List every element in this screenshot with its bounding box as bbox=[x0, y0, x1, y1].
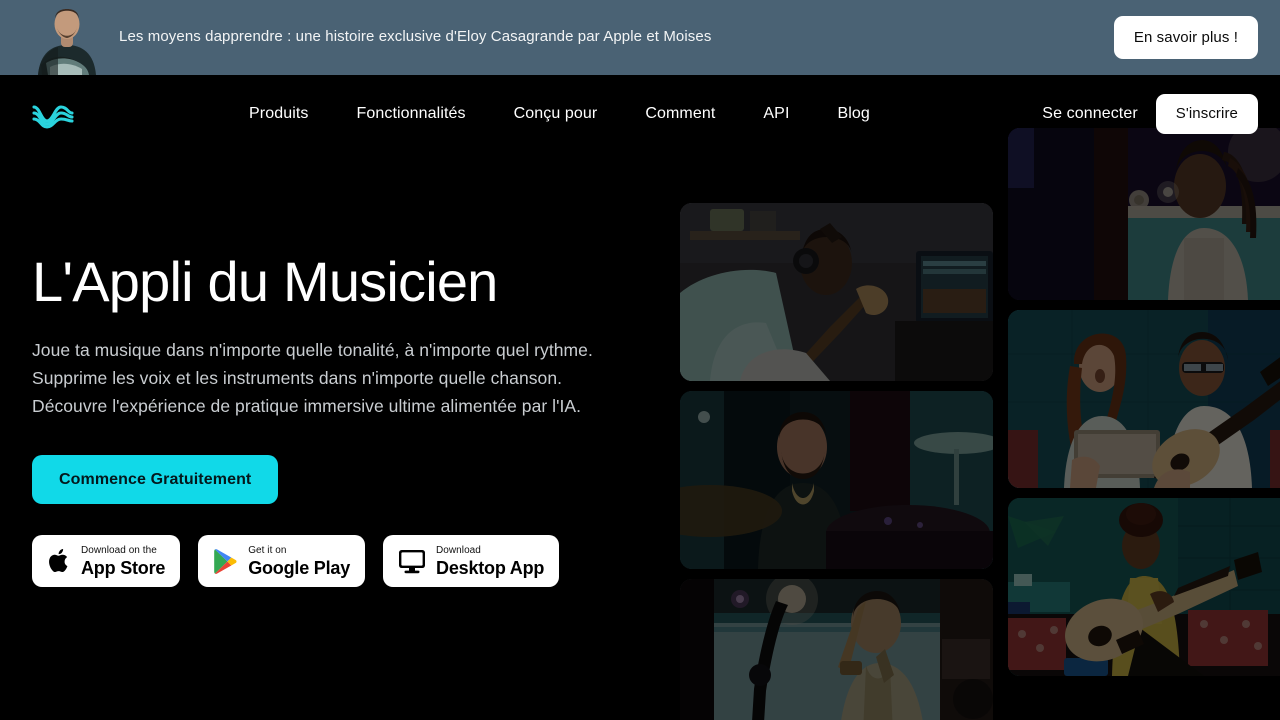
tile-acoustic-guitarist bbox=[1008, 498, 1280, 676]
nav-item-comment[interactable]: Comment bbox=[645, 105, 715, 123]
google-play-bottom-text: Google Play bbox=[248, 557, 351, 578]
main-navbar: Produits Fonctionnalités Conçu pour Comm… bbox=[0, 75, 1280, 152]
learn-more-button[interactable]: En savoir plus ! bbox=[1113, 16, 1258, 59]
desktop-app-bottom-text: Desktop App bbox=[436, 557, 545, 578]
tile-duo-guitar bbox=[1008, 310, 1280, 488]
nav-item-produits[interactable]: Produits bbox=[249, 105, 309, 123]
tile-bassist-studio bbox=[680, 203, 993, 381]
app-store-top-text: Download on the bbox=[81, 544, 157, 556]
landing-page: Les moyens dapprendre : une histoire exc… bbox=[0, 0, 1280, 720]
page-title: L'Appli du Musicien bbox=[32, 250, 498, 313]
app-store-label: Download on the App Store bbox=[81, 544, 166, 578]
signup-button[interactable]: S'inscrire bbox=[1155, 93, 1258, 134]
desktop-app-top-text: Download bbox=[436, 544, 481, 556]
nav-item-api[interactable]: API bbox=[763, 105, 789, 123]
hero-subtitle: Joue ta musique dans n'importe quelle to… bbox=[32, 340, 593, 417]
login-link[interactable]: Se connecter bbox=[1042, 105, 1137, 123]
start-free-button[interactable]: Commence Gratuitement bbox=[32, 455, 279, 505]
store-buttons: Download on the App Store Get it on Goog… bbox=[32, 535, 632, 588]
desktop-app-label: Download Desktop App bbox=[436, 544, 545, 578]
desktop-monitor-icon bbox=[398, 548, 426, 574]
nav-item-concu-pour[interactable]: Conçu pour bbox=[514, 105, 598, 123]
avatar bbox=[28, 0, 106, 75]
google-play-label: Get it on Google Play bbox=[248, 544, 351, 578]
promo-banner: Les moyens dapprendre : une histoire exc… bbox=[0, 0, 1280, 75]
nav-links: Produits Fonctionnalités Conçu pour Comm… bbox=[249, 75, 870, 152]
google-play-icon bbox=[213, 548, 238, 575]
nav-item-fonctionnalites[interactable]: Fonctionnalités bbox=[357, 105, 466, 123]
nav-item-blog[interactable]: Blog bbox=[838, 105, 870, 123]
apple-icon bbox=[47, 547, 71, 575]
tile-drummer bbox=[680, 391, 993, 569]
moises-wave-logo-icon[interactable] bbox=[32, 97, 74, 131]
google-play-button[interactable]: Get it on Google Play bbox=[198, 535, 366, 588]
tile-guitarist-mic bbox=[680, 579, 993, 720]
desktop-app-button[interactable]: Download Desktop App bbox=[383, 535, 560, 588]
hero-section: L'Appli du Musicien Joue ta musique dans… bbox=[32, 250, 632, 588]
app-store-button[interactable]: Download on the App Store bbox=[32, 535, 181, 588]
app-store-bottom-text: App Store bbox=[81, 557, 166, 578]
google-play-top-text: Get it on bbox=[248, 544, 287, 556]
nav-actions: Se connecter S'inscrire bbox=[1042, 75, 1258, 152]
tile-singer-stage bbox=[1008, 128, 1280, 300]
promo-message: Les moyens dapprendre : une histoire exc… bbox=[119, 28, 712, 45]
